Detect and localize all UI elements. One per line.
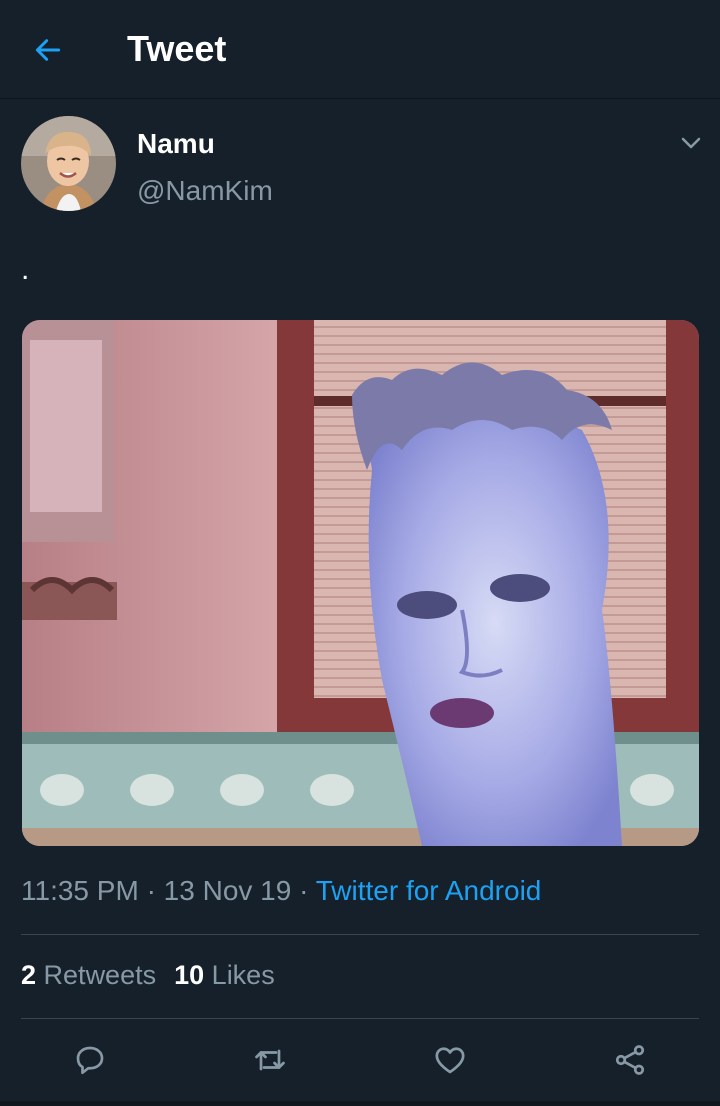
like-button[interactable] [425,1035,475,1085]
page-title: Tweet [127,28,227,69]
tweet-text: . [21,253,30,286]
tweet-time: 11:35 PM [21,875,139,906]
likes-label: Likes [211,960,275,990]
reply-button[interactable] [65,1035,115,1085]
top-bar: Tweet [0,0,720,99]
retweet-icon [255,1049,285,1071]
likes-count: 10 [174,960,205,990]
divider [21,1018,699,1019]
like-icon [435,1047,465,1074]
tweet-source-link[interactable]: Twitter for Android [316,875,542,906]
arrow-left-icon [35,39,61,61]
share-button[interactable] [605,1035,655,1085]
tweet-menu-button[interactable] [676,130,706,156]
reply-icon [76,1046,104,1075]
bottom-divider [0,1101,720,1106]
tweet-stats: 2 Retweets 10 Likes [21,960,275,991]
chevron-down-icon [681,137,701,149]
back-button[interactable] [28,30,68,70]
divider [21,934,699,935]
likes-stat[interactable]: 10 Likes [174,960,275,990]
author-name[interactable]: Namu [137,128,215,160]
tweet-timestamp: 11:35 PM · 13 Nov 19 · Twitter for Andro… [21,875,541,907]
separator: · [146,875,156,906]
retweet-button[interactable] [245,1035,295,1085]
tweet-date: 13 Nov 19 [163,875,292,906]
retweets-count: 2 [21,960,37,990]
action-bar [0,1035,720,1085]
author-handle[interactable]: @NamKim [137,175,273,207]
share-icon [615,1045,645,1075]
avatar[interactable] [21,116,116,211]
retweets-stat[interactable]: 2 Retweets [21,960,156,990]
tweet-image[interactable] [22,320,699,846]
retweets-label: Retweets [43,960,157,990]
separator: · [299,875,309,906]
